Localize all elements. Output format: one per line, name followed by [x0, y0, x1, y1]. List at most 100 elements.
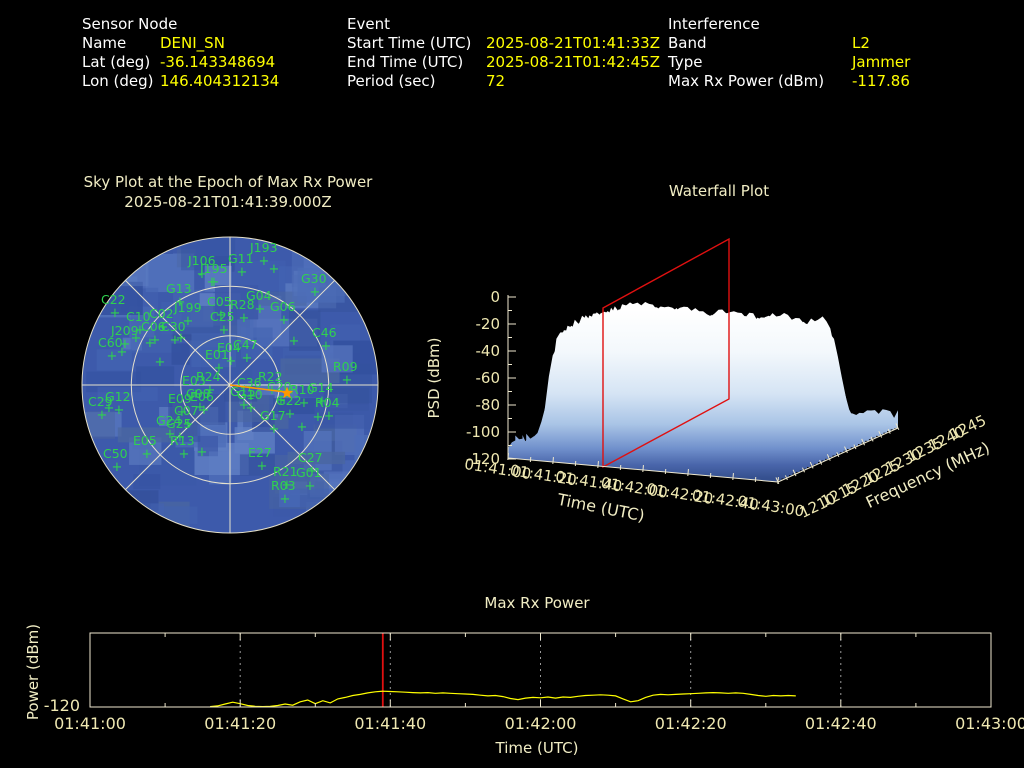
- waterfall-psd-axis-label: PSD (dBm): [425, 337, 443, 418]
- power-y-tick-label: -120: [44, 696, 80, 715]
- power-time-tick-label: 01:41:20: [204, 714, 276, 733]
- satellite-label: G13: [166, 281, 192, 296]
- name-value: DENI_SN: [160, 34, 225, 53]
- satellite-label: R24: [196, 369, 221, 384]
- sky-plot: J193+G11+J106+J195+G30+G13+C22+G04+R28+G…: [60, 225, 400, 545]
- sensor-node-title: Sensor Node: [82, 15, 177, 34]
- satellite-label: C47: [233, 337, 258, 352]
- psd-tick-label: -40: [476, 342, 501, 360]
- satellite-label: E06: [190, 389, 214, 404]
- satellite-marker: +: [285, 407, 296, 422]
- lon-value: 146.404312134: [160, 72, 279, 91]
- satellite-label: R09: [333, 359, 358, 374]
- interference-panel: Interference Band L2 Type Jammer Max Rx …: [668, 15, 824, 91]
- end-time-value: 2025-08-21T01:42:45Z: [486, 53, 660, 72]
- sensor-node-panel: Sensor Node Name DENI_SN Lat (deg) -36.1…: [82, 15, 177, 91]
- period-label: Period (sec): [347, 72, 436, 90]
- interference-title: Interference: [668, 15, 824, 34]
- satellite-marker: +: [313, 410, 324, 425]
- start-time-label: Start Time (UTC): [347, 34, 471, 52]
- event-panel: Event Start Time (UTC) 2025-08-21T01:41:…: [347, 15, 471, 91]
- satellite-marker: +: [117, 345, 128, 360]
- satellite-marker: +: [176, 331, 187, 346]
- power-time-tick-label: 01:42:20: [655, 714, 727, 733]
- satellite-label: C50: [103, 446, 128, 461]
- satellite-label: J199: [173, 300, 202, 315]
- interference-row-type: Type Jammer: [668, 53, 824, 72]
- band-value: L2: [852, 34, 870, 53]
- satellite-label: E27: [248, 445, 272, 460]
- satellite-marker: +: [179, 447, 190, 462]
- power-trace: [210, 691, 796, 706]
- type-label: Type: [668, 53, 702, 71]
- interference-row-band: Band L2: [668, 34, 824, 53]
- satellite-marker: +: [269, 262, 280, 277]
- satellite-marker: +: [237, 265, 248, 280]
- start-time-value: 2025-08-21T01:41:33Z: [486, 34, 660, 53]
- sensor-row-lon: Lon (deg) 146.404312134: [82, 72, 177, 91]
- lat-value: -36.143348694: [160, 53, 275, 72]
- event-row-start: Start Time (UTC) 2025-08-21T01:41:33Z: [347, 34, 471, 53]
- satellite-marker: +: [321, 339, 332, 354]
- satellite-marker: +: [289, 334, 300, 349]
- end-time-label: End Time (UTC): [347, 53, 463, 71]
- satellite-marker: +: [310, 285, 321, 300]
- satellite-marker: +: [145, 336, 156, 351]
- satellite-marker: +: [110, 306, 121, 321]
- satellite-marker: +: [104, 401, 115, 416]
- sensor-dashboard: Sensor Node Name DENI_SN Lat (deg) -36.1…: [0, 0, 1024, 768]
- satellite-marker: +: [242, 351, 253, 366]
- power-time-axis-label: Time (UTC): [495, 739, 579, 757]
- psd-tick-label: 0: [490, 288, 500, 306]
- lat-label: Lat (deg): [82, 53, 150, 71]
- satellite-label: R03: [271, 478, 296, 493]
- band-label: Band: [668, 34, 707, 52]
- name-label: Name: [82, 34, 126, 52]
- psd-tick-label: -80: [476, 396, 501, 414]
- lon-label: Lon (deg): [82, 72, 154, 90]
- waterfall-surface: [508, 302, 898, 482]
- satellite-marker: +: [142, 447, 153, 462]
- power-plot: 01:41:0001:41:2001:41:4001:42:0001:42:20…: [0, 588, 1024, 768]
- satellite-label: R04: [315, 395, 340, 410]
- satellite-label: C46: [312, 325, 337, 340]
- event-row-end: End Time (UTC) 2025-08-21T01:42:45Z: [347, 53, 471, 72]
- satellite-marker: +: [197, 445, 208, 460]
- satellite-marker: +: [297, 420, 308, 435]
- waterfall-plot: 0-20-40-60-80-100-12001:41:0001:41:2001:…: [425, 180, 1024, 548]
- satellite-label: G14: [308, 380, 334, 395]
- satellite-marker: +: [131, 331, 142, 346]
- event-title: Event: [347, 15, 471, 34]
- satellite-marker: +: [246, 401, 257, 416]
- power-time-tick-label: 01:43:00: [955, 714, 1024, 733]
- satellite-label: E01: [205, 347, 229, 362]
- satellite-label: G25: [166, 416, 192, 431]
- satellite-label: G06: [270, 299, 296, 314]
- satellite-marker: +: [305, 479, 316, 494]
- max-rx-power-label: Max Rx Power (dBm): [668, 72, 824, 90]
- psd-tick-label: -100: [466, 423, 500, 441]
- satellite-label: C25: [210, 309, 235, 324]
- satellite-marker: +: [207, 275, 218, 290]
- satellite-marker: +: [114, 403, 125, 418]
- sensor-row-name: Name DENI_SN: [82, 34, 177, 53]
- satellite-label: R21: [273, 464, 298, 479]
- satellite-marker: +: [269, 422, 280, 437]
- psd-tick-label: -20: [476, 315, 501, 333]
- event-row-period: Period (sec) 72: [347, 72, 471, 91]
- power-y-axis-label: Power (dBm): [24, 624, 42, 720]
- interference-row-maxrx: Max Rx Power (dBm) -117.86: [668, 72, 824, 91]
- type-value: Jammer: [852, 53, 910, 72]
- satellite-marker: +: [155, 355, 166, 370]
- power-time-tick-label: 01:41:00: [54, 714, 126, 733]
- psd-tick-label: -60: [476, 369, 501, 387]
- sky-plot-title-line2: 2025-08-21T01:41:39.000Z: [58, 192, 398, 212]
- satellite-label: C05: [207, 294, 232, 309]
- power-x-ticks: 01:41:0001:41:2001:41:4001:42:0001:42:20…: [54, 714, 1024, 733]
- satellite-marker: +: [324, 409, 335, 424]
- satellite-marker: +: [239, 311, 250, 326]
- satellite-label: C22: [101, 292, 126, 307]
- satellite-label: J195: [199, 261, 228, 276]
- satellite-marker: +: [280, 492, 291, 507]
- satellite-marker: +: [199, 403, 210, 418]
